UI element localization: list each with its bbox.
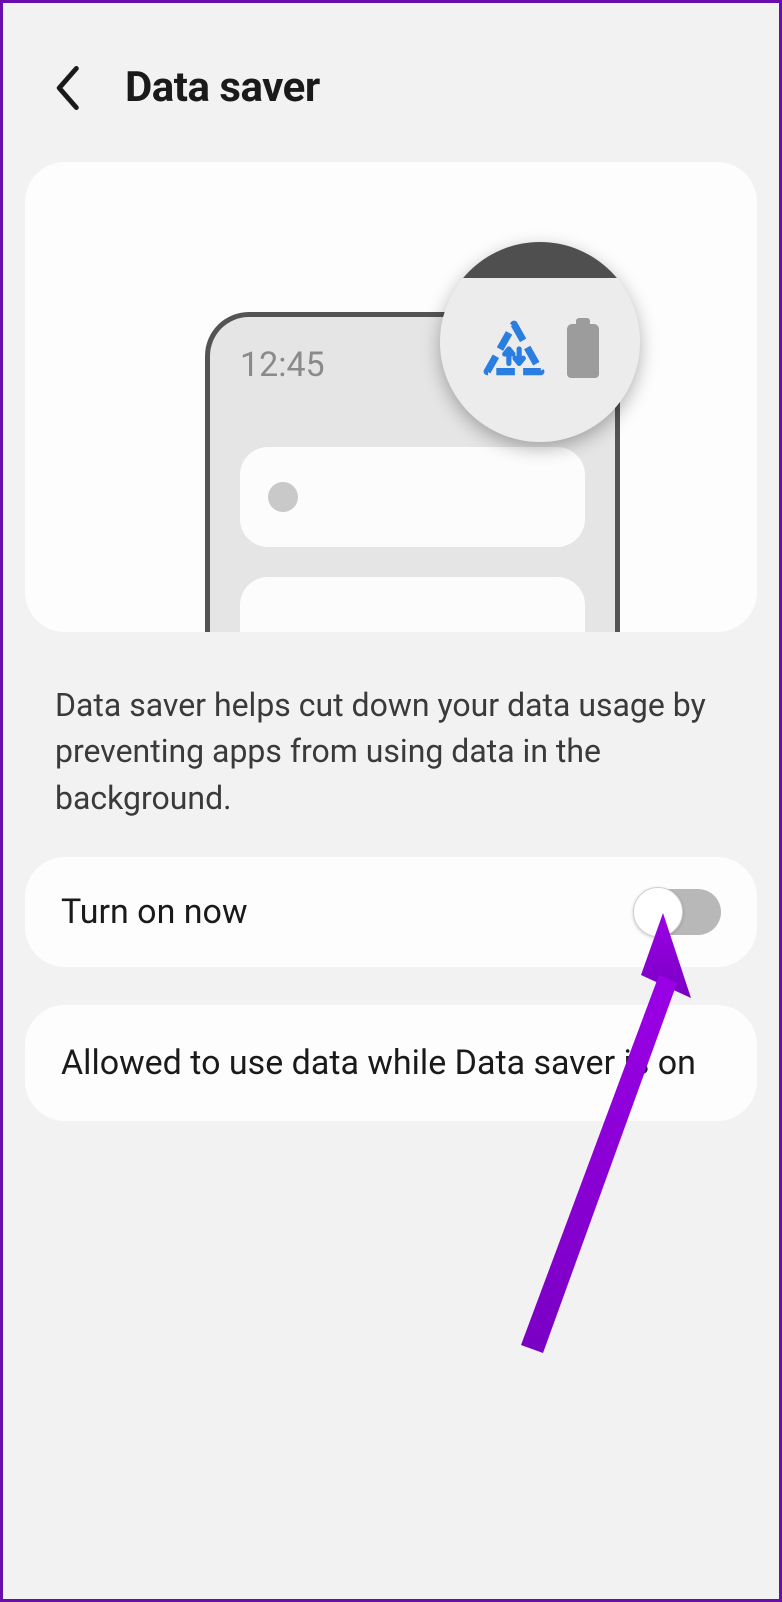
data-saver-icon: [481, 318, 547, 384]
allowed-apps-label: Allowed to use data while Data saver is …: [61, 1041, 696, 1085]
phone-placeholder-row: [240, 447, 585, 547]
illustration-card: 12:45: [25, 162, 757, 632]
allowed-apps-row[interactable]: Allowed to use data while Data saver is …: [25, 1005, 757, 1121]
annotation-arrow: [483, 903, 723, 1363]
turn-on-now-label: Turn on now: [61, 890, 248, 934]
phone-time: 12:45: [240, 345, 325, 385]
header: Data saver: [3, 3, 779, 162]
phone-placeholder-row: [240, 577, 585, 632]
description-text: Data saver helps cut down your data usag…: [3, 632, 779, 847]
battery-icon: [567, 324, 599, 378]
placeholder-dot: [268, 482, 298, 512]
page-title: Data saver: [125, 63, 320, 112]
turn-on-now-toggle[interactable]: [635, 889, 721, 935]
back-icon[interactable]: [53, 66, 85, 110]
turn-on-now-row[interactable]: Turn on now: [25, 857, 757, 967]
status-bar-magnifier: [440, 242, 640, 442]
